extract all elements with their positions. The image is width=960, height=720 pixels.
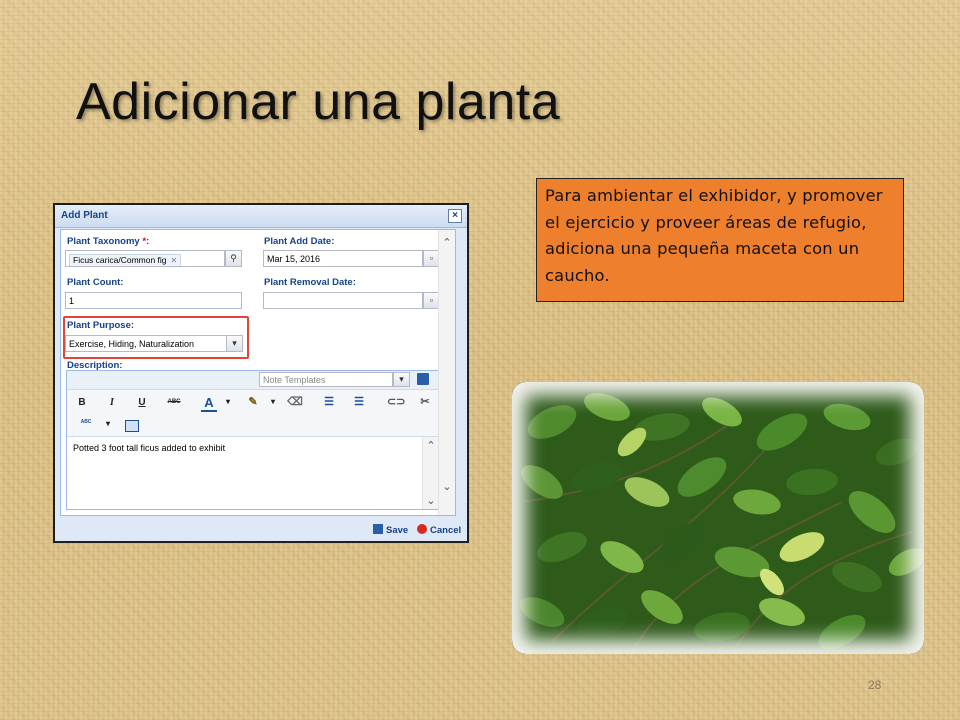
taxonomy-label: Plant Taxonomy *:	[67, 236, 150, 247]
cancel-button[interactable]: Cancel	[417, 524, 461, 536]
slide-title: Adicionar una planta	[76, 73, 561, 131]
underline-button[interactable]: U	[134, 397, 150, 408]
dialog-title: Add Plant	[61, 210, 108, 221]
removal-date-label: Plant Removal Date:	[264, 277, 356, 288]
dialog-footer: Save Cancel	[55, 519, 467, 541]
highlight-color-icon[interactable]: ✎	[245, 395, 261, 408]
purpose-select[interactable]: Exercise, Hiding, Naturalization	[65, 335, 231, 352]
search-icon[interactable]: ⚲	[225, 250, 242, 267]
removal-date-field[interactable]	[263, 292, 423, 309]
add-date-label: Plant Add Date:	[264, 236, 335, 247]
note-templates-select[interactable]: Note Templates	[259, 372, 393, 387]
add-plant-dialog: Add Plant × Plant Taxonomy *: Ficus cari…	[53, 203, 469, 543]
close-icon[interactable]: ×	[448, 209, 462, 223]
count-label: Plant Count:	[67, 277, 124, 288]
description-editor: Note Templates ▾ B I U ABC A ▾ ✎ ▾ ⌫ ☰ ☰…	[66, 370, 440, 510]
chevron-down-icon[interactable]: ⌄	[423, 494, 439, 507]
save-template-icon[interactable]	[417, 373, 429, 385]
add-date-field[interactable]: Mar 15, 2016	[263, 250, 423, 267]
description-text[interactable]: Potted 3 foot tall ficus added to exhibi…	[73, 443, 225, 453]
taxonomy-field[interactable]: Ficus carica/Common fig ✕	[65, 250, 225, 267]
spellcheck-button[interactable]: ABC	[79, 419, 93, 425]
editor-scrollbar[interactable]: ⌃ ⌄	[422, 437, 439, 509]
dialog-header: Add Plant ×	[55, 205, 467, 228]
image-icon[interactable]	[125, 420, 139, 432]
italic-button[interactable]: I	[104, 397, 120, 408]
dialog-scrollbar[interactable]: ⌃ ⌄	[438, 230, 455, 515]
bullet-list-icon[interactable]: ☰	[321, 395, 337, 408]
save-button[interactable]: Save	[373, 524, 408, 536]
chevron-down-icon[interactable]: ▾	[220, 397, 236, 406]
ficus-leaves-image	[512, 382, 924, 654]
chevron-up-icon[interactable]: ⌃	[439, 236, 455, 249]
numbered-list-icon[interactable]: ☰	[351, 395, 367, 408]
floppy-icon	[373, 524, 383, 534]
link-icon[interactable]: ⊂⊃	[387, 395, 405, 408]
editor-toolbar: B I U ABC A ▾ ✎ ▾ ⌫ ☰ ☰ ⊂⊃ ✂ ABC ▾	[67, 390, 439, 437]
cancel-icon	[417, 524, 427, 534]
chevron-up-icon[interactable]: ⌃	[423, 439, 439, 452]
page-number: 28	[868, 678, 882, 692]
chevron-down-icon[interactable]: ▾	[265, 397, 281, 406]
chevron-down-icon[interactable]: ▾	[100, 419, 116, 428]
callout-box: Para ambientar el exhibidor, y promover …	[536, 178, 904, 302]
chevron-down-icon[interactable]: ▾	[393, 372, 410, 387]
ficus-photo	[512, 382, 924, 654]
taxonomy-tag: Ficus carica/Common fig ✕	[69, 254, 182, 266]
eraser-icon[interactable]: ⌫	[287, 395, 303, 408]
editor-template-bar: Note Templates ▾	[67, 371, 439, 390]
bold-button[interactable]: B	[74, 397, 90, 408]
purpose-label: Plant Purpose:	[67, 320, 135, 331]
count-field[interactable]: 1	[65, 292, 242, 309]
font-color-button[interactable]: A	[201, 395, 217, 412]
remove-tag-icon[interactable]: ✕	[171, 256, 178, 265]
strikethrough-button[interactable]: ABC	[164, 399, 184, 405]
dialog-body: Plant Taxonomy *: Ficus carica/Common fi…	[60, 229, 456, 516]
chevron-down-icon[interactable]: ⌄	[439, 480, 455, 493]
chevron-down-icon[interactable]: ▾	[226, 335, 243, 352]
unlink-icon[interactable]: ✂	[417, 395, 433, 408]
note-templates-placeholder: Note Templates	[263, 375, 326, 385]
